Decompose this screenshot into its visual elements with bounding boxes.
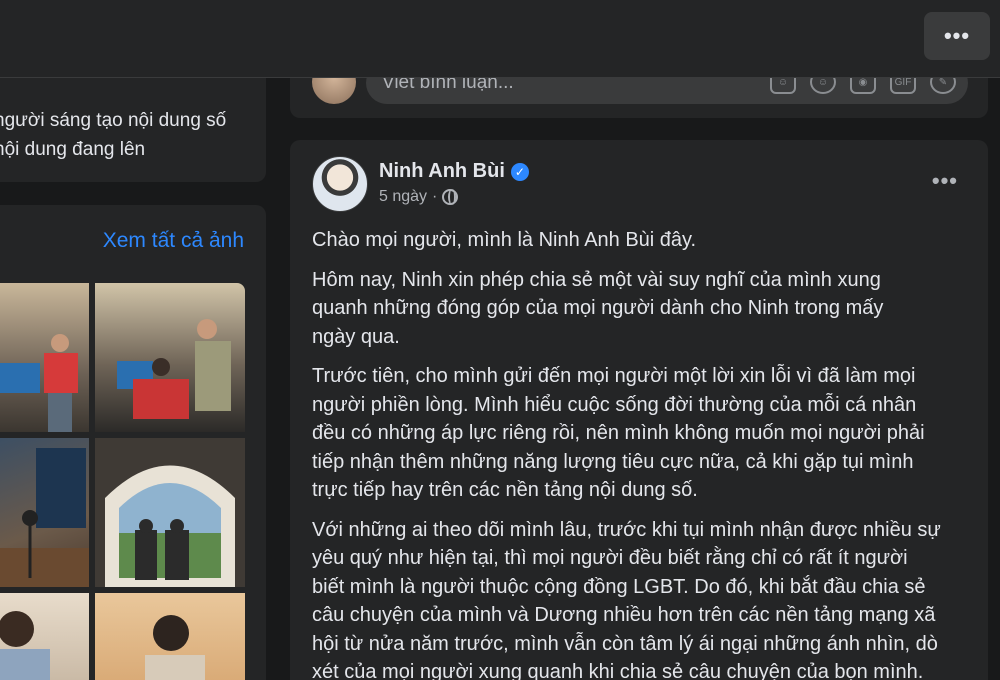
post-line: tiếp nhận thêm những năng lượng tiêu cực…: [312, 450, 914, 473]
post-paragraph: Chào mọi người, mình là Ninh Anh Bùi đây…: [312, 226, 972, 255]
post-line: Trước tiên, cho mình gửi đến mọi người m…: [312, 365, 916, 387]
post-paragraph: Trước tiên, cho mình gửi đến mọi người m…: [312, 362, 972, 505]
post-line: ngày qua.: [312, 325, 400, 348]
globe-icon[interactable]: [442, 189, 459, 205]
post-line: biết mình là người thuộc cộng đồng LGBT.…: [312, 575, 926, 598]
post-line: Với những ai theo dõi mình lâu, trước kh…: [312, 518, 941, 541]
intro-line: người sáng tạo nội dung số: [0, 110, 227, 131]
photo-thumbnail[interactable]: [0, 283, 89, 432]
post-line: Chào mọi người, mình là Ninh Anh Bùi đây…: [312, 229, 697, 251]
photo-thumbnail[interactable]: [95, 283, 245, 432]
post-paragraph: Hôm nay, Ninh xin phép chia sẻ một vài s…: [312, 266, 972, 352]
author-avatar[interactable]: [312, 156, 368, 212]
post-line: xét của mọi người xung quanh khi chia sẻ…: [312, 661, 924, 680]
post-more-options-button[interactable]: •••: [932, 168, 958, 194]
verified-badge-icon: ✓: [510, 162, 529, 181]
intro-card: người sáng tạo nội dung số nội dung đang…: [0, 70, 266, 182]
post-line: trực tiếp hay trên các nền tảng nội dung…: [312, 479, 698, 501]
more-options-button[interactable]: •••: [924, 12, 990, 60]
separator-dot: ·: [432, 188, 438, 205]
post-card: Ninh Anh Bùi ✓ 5 ngày · ••• Chào mọi ngư…: [290, 140, 988, 680]
post-paragraph: Với những ai theo dõi mình lâu, trước kh…: [312, 516, 972, 680]
post-line: yêu quý như hiện tại, thì mọi người đều …: [312, 547, 908, 569]
author-name-link[interactable]: Ninh Anh Bùi ✓: [379, 160, 529, 183]
intro-text: người sáng tạo nội dung số nội dung đang…: [0, 106, 266, 164]
post-line: câu chuyện của mình và Dương nhiều hơn t…: [312, 604, 936, 626]
photo-thumbnail[interactable]: [0, 438, 89, 587]
see-all-photos-link[interactable]: Xem tất cả ảnh: [103, 229, 244, 253]
post-line: hội từ nửa năm trước, mình vẫn còn tâm l…: [312, 632, 938, 655]
author-name[interactable]: Ninh Anh Bùi: [379, 160, 505, 183]
photo-thumbnail[interactable]: [95, 438, 245, 587]
post-line: người phiền lòng. Mình hiểu cuộc sống đờ…: [312, 393, 917, 416]
photo-thumbnail[interactable]: [0, 593, 89, 680]
photo-thumbnail[interactable]: [95, 593, 245, 680]
post-timestamp[interactable]: 5 ngày: [379, 188, 427, 206]
post-line: đều có những áp lực riêng rồi, nên mình …: [312, 422, 925, 444]
post-meta: 5 ngày ·: [379, 188, 459, 206]
top-navigation-bar: •••: [0, 0, 1000, 78]
post-line: quanh những đóng góp của mọi người dành …: [312, 297, 884, 319]
intro-line: nội dung đang lên: [0, 139, 146, 160]
post-line: Hôm nay, Ninh xin phép chia sẻ một vài s…: [312, 268, 881, 291]
post-body: Chào mọi người, mình là Ninh Anh Bùi đây…: [312, 226, 972, 680]
